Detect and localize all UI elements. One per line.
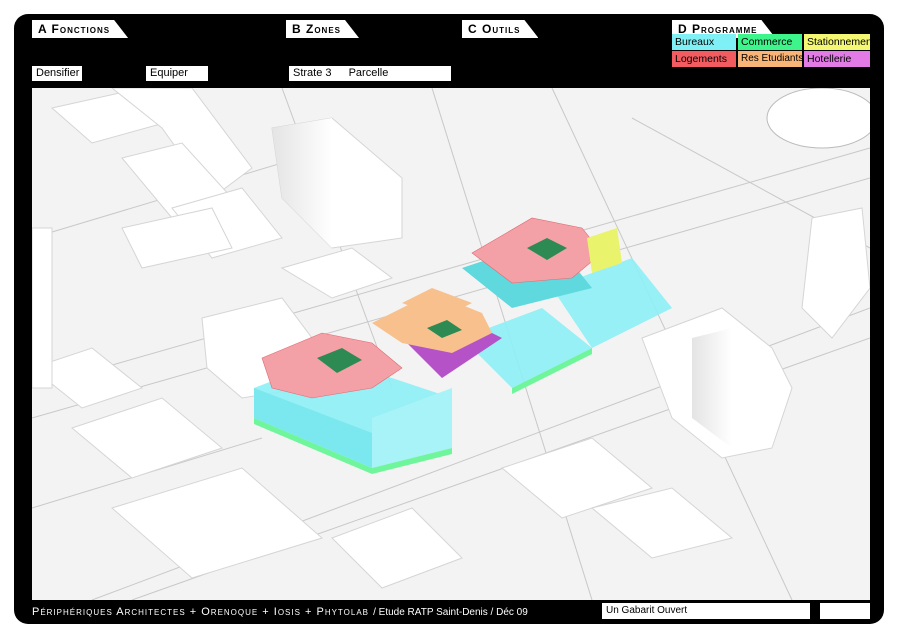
legend-res-etudiants: Res Etudiants xyxy=(738,51,802,67)
axonometric-drawing xyxy=(32,88,870,600)
tab-outils-label: C Outils xyxy=(468,22,521,36)
densifier-field[interactable]: Densifier xyxy=(32,66,82,81)
footer-title-field[interactable]: Un Gabarit Ouvert xyxy=(602,603,810,619)
frame: A Fonctions B Zones C Outils D Programme… xyxy=(14,14,884,624)
parcelle-label: Parcelle xyxy=(348,67,389,79)
legend-hotellerie: Hotellerie xyxy=(804,51,870,67)
legend-commerce: Commerce xyxy=(738,34,802,50)
legend-bureaux: Bureaux xyxy=(672,34,736,50)
programme-legend: Bureaux Commerce Stationnement Logements… xyxy=(672,34,870,68)
tab-fonctions[interactable]: A Fonctions xyxy=(32,20,128,38)
circular-building xyxy=(766,88,870,149)
axonometric-view xyxy=(32,88,870,600)
footer-credits: Périphériques Architectes + Orenoque + I… xyxy=(32,605,528,620)
tab-fonctions-label: A Fonctions xyxy=(38,22,111,36)
legend-stationnement: Stationnement xyxy=(804,34,870,50)
credits-text: Périphériques Architectes + Orenoque + I… xyxy=(32,606,370,618)
legend-logements: Logements xyxy=(672,51,736,67)
tab-zones[interactable]: B Zones xyxy=(286,20,359,38)
equiper-field[interactable]: Equiper xyxy=(146,66,208,81)
footer-extra-field[interactable] xyxy=(820,603,870,619)
tab-zones-label: B Zones xyxy=(292,22,342,36)
study-text: / Etude RATP Saint-Denis / Déc 09 xyxy=(373,607,528,618)
tab-outils[interactable]: C Outils xyxy=(462,20,538,38)
strate-field[interactable]: Strate 3 Parcelle xyxy=(289,66,451,81)
strate-label: Strate 3 xyxy=(293,67,332,79)
